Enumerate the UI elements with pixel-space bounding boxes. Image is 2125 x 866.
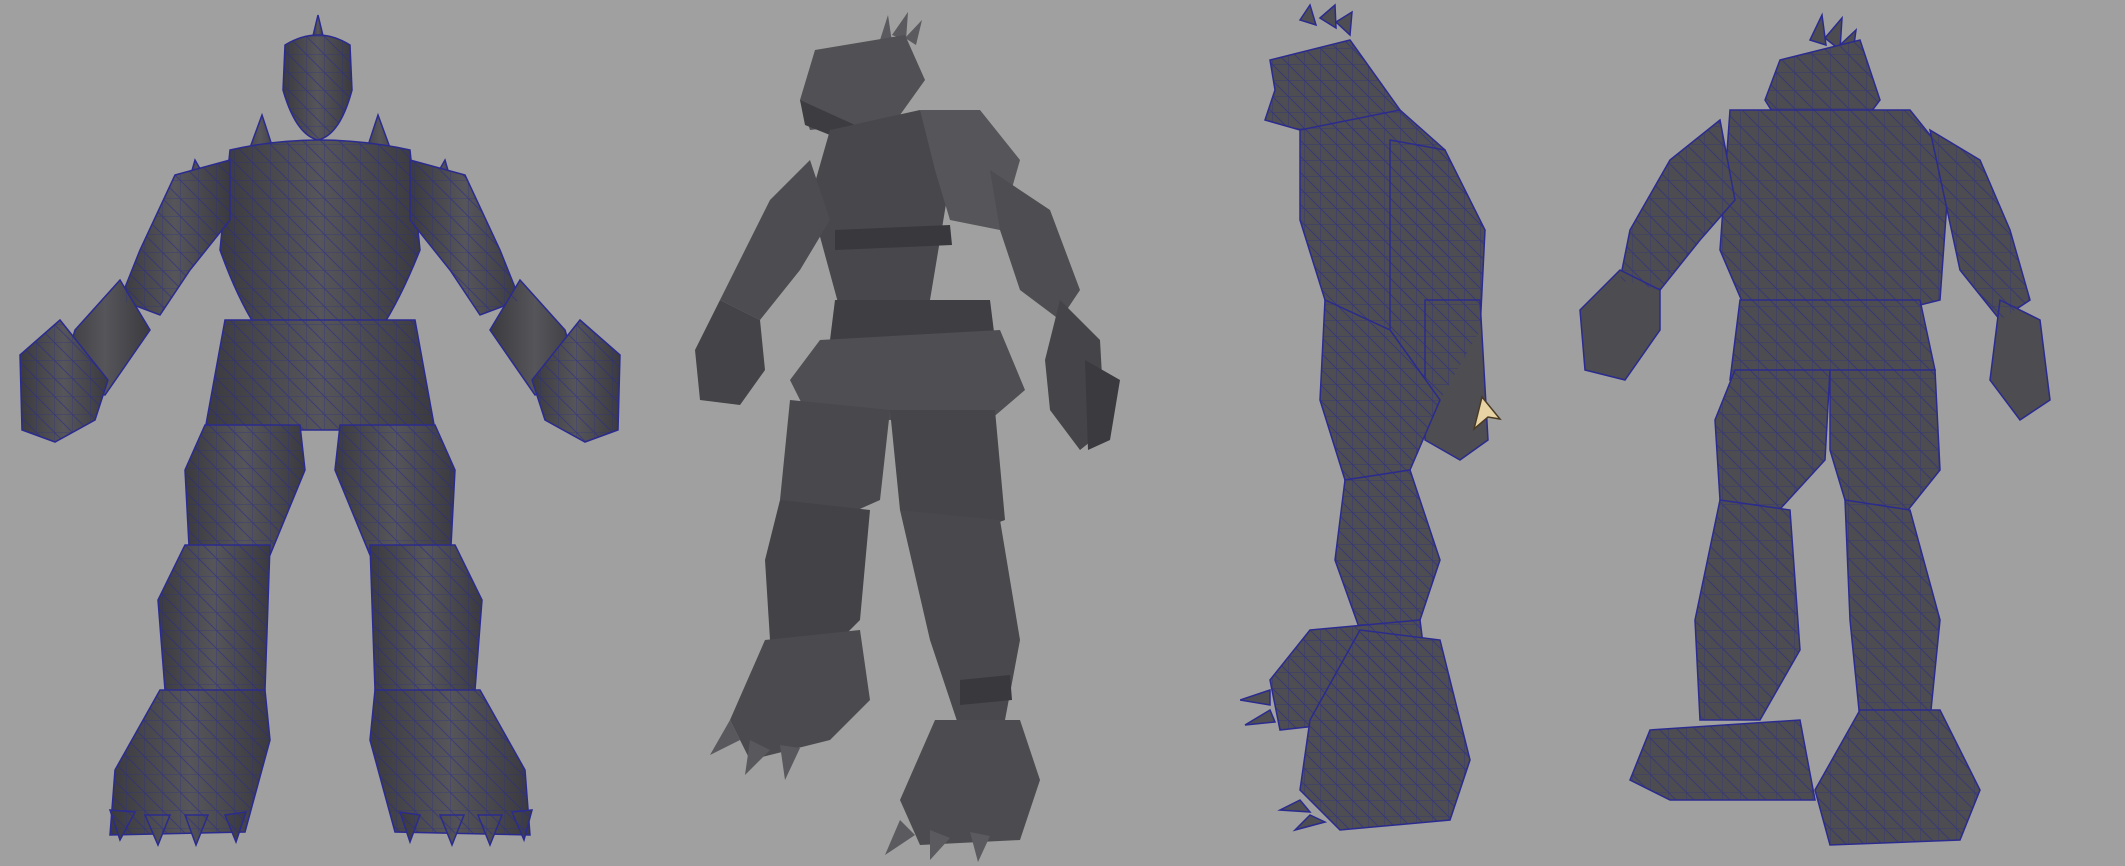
creature-model-front-view[interactable]: [0, 0, 640, 866]
3d-viewport[interactable]: [0, 0, 2125, 866]
back-view-mesh: [1579, 12, 2051, 846]
creature-model-perspective-view[interactable]: [660, 0, 1220, 866]
front-view-mesh: [19, 14, 621, 848]
cursor-arrow-icon: [1468, 393, 1504, 433]
creature-model-side-view[interactable]: [1240, 0, 1600, 866]
creature-model-back-view[interactable]: [1560, 0, 2125, 866]
side-view-mesh: [1240, 3, 1489, 832]
perspective-view-mesh: [695, 12, 1120, 862]
